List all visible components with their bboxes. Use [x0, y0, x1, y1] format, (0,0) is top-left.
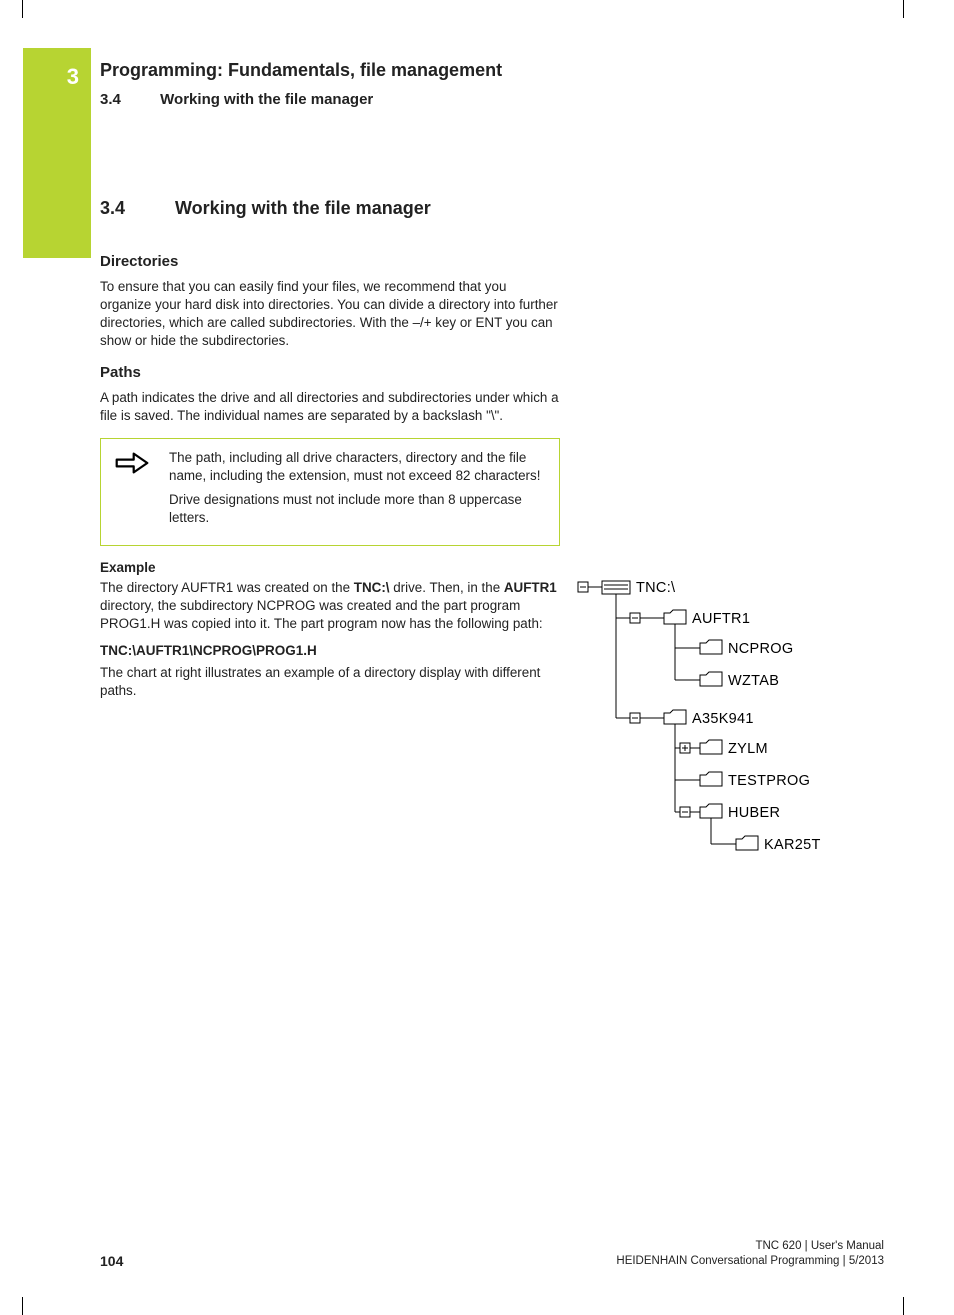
note-text: The path, including all drive characters…: [163, 439, 559, 545]
t-bold: TNC:\: [354, 580, 390, 595]
footer-meta: TNC 620 | User's Manual HEIDENHAIN Conve…: [616, 1239, 884, 1269]
example-head: Example: [100, 560, 560, 575]
tree-node: KAR25T: [764, 837, 821, 853]
t: drive. Then, in the: [390, 580, 504, 595]
subhead-directories: Directories: [100, 253, 560, 270]
arrow-icon: [101, 439, 163, 545]
section-number: 3.4: [100, 198, 170, 219]
tree-root: TNC:\: [636, 580, 676, 596]
tree-node: NCPROG: [728, 641, 793, 657]
page-footer: 104 TNC 620 | User's Manual HEIDENHAIN C…: [100, 1239, 884, 1269]
para-paths: A path indicates the drive and all direc…: [100, 389, 560, 425]
directory-tree: TNC:\ AUFTR1 NCPROG WZTAB A35K941: [576, 578, 896, 868]
t: The directory AUFTR1 was created on the: [100, 580, 354, 595]
section-title: Working with the file manager: [175, 198, 431, 218]
crop-mark: [903, 1297, 904, 1315]
crop-mark: [22, 1297, 23, 1315]
section-number: 3.4: [100, 91, 156, 108]
tree-node: A35K941: [692, 711, 754, 727]
note-line-1: The path, including all drive characters…: [169, 449, 545, 485]
subhead-paths: Paths: [100, 364, 560, 381]
footer-line-1: TNC 620 | User's Manual: [616, 1239, 884, 1254]
chapter-title: Programming: Fundamentals, file manageme…: [100, 60, 884, 81]
note-line-2: Drive designations must not include more…: [169, 491, 545, 527]
page-header: Programming: Fundamentals, file manageme…: [100, 60, 884, 108]
example-para-1: The directory AUFTR1 was created on the …: [100, 579, 560, 633]
tree-node: WZTAB: [728, 673, 779, 689]
tree-node: AUFTR1: [692, 611, 750, 627]
para-directories: To ensure that you can easily find your …: [100, 278, 560, 350]
content-column: 3.4 Working with the file manager Direct…: [100, 198, 560, 710]
footer-line-2: HEIDENHAIN Conversational Programming | …: [616, 1254, 884, 1269]
example-path: TNC:\AUFTR1\NCPROG\PROG1.H: [100, 643, 560, 658]
tree-node: TESTPROG: [728, 773, 810, 789]
page-number: 104: [100, 1253, 123, 1269]
example-para-2: The chart at right illustrates an exampl…: [100, 664, 560, 700]
running-section: 3.4 Working with the file manager: [100, 91, 884, 108]
chapter-number: 3: [67, 64, 79, 90]
crop-mark: [22, 0, 23, 18]
tree-node: ZYLM: [728, 741, 768, 757]
t-bold: AUFTR1: [504, 580, 557, 595]
section-title: Working with the file manager: [160, 91, 373, 108]
tree-node: HUBER: [728, 805, 780, 821]
chapter-tab: 3: [23, 48, 91, 258]
section-heading: 3.4 Working with the file manager: [100, 198, 560, 219]
t: directory, the subdirectory NCPROG was c…: [100, 598, 543, 631]
note-box: The path, including all drive characters…: [100, 438, 560, 546]
crop-mark: [903, 0, 904, 18]
